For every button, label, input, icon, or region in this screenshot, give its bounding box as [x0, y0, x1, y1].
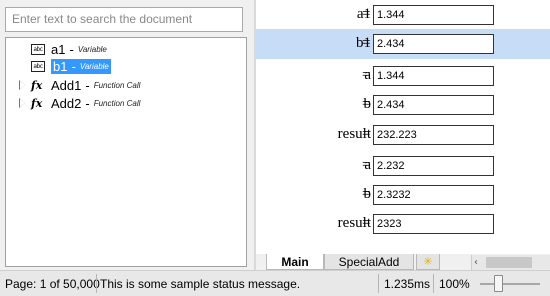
doc-row: result = 232.223 — [256, 120, 550, 150]
doc-row-highlighted: b1 = 2.434 — [256, 29, 550, 59]
function-fx-icon: fx — [31, 78, 43, 92]
tree-item-kind: Function Call — [93, 81, 141, 90]
zoom-slider-thumb[interactable] — [494, 275, 503, 292]
tree-item-name: Add2 — [51, 96, 82, 111]
tree-item-kind: Variable — [79, 62, 109, 71]
value-input[interactable]: 2.3232 — [373, 185, 494, 205]
tree-item-separator: - — [71, 59, 76, 74]
doc-row: b = 2.3232 — [256, 180, 550, 210]
horizontal-scrollbar[interactable]: ‹ — [471, 255, 550, 270]
tree-item-separator: - — [85, 78, 90, 93]
function-fx-icon: fx — [31, 96, 43, 110]
tree-item-kind: Function Call — [93, 99, 141, 108]
equals-sign: = — [362, 215, 371, 231]
equals-sign: = — [362, 126, 371, 142]
tree-item-add2[interactable]: fx Add2 - Function Call — [31, 95, 140, 112]
doc-row: a1 = 1.344 — [256, 0, 550, 30]
tree-item-add1[interactable]: fx Add1 - Function Call — [31, 77, 140, 94]
equals-sign: = — [362, 35, 371, 51]
outline-tree[interactable]: abc a1 - Variable abc b1 - Variable fx A… — [5, 37, 247, 267]
value-input[interactable]: 2.232 — [373, 156, 494, 176]
sheet-tab-strip: Main SpecialAdd ✳ ‹ — [256, 254, 550, 270]
variable-abc-icon: abc — [31, 44, 45, 55]
search-input[interactable]: Enter text to search the document — [5, 7, 243, 32]
tree-item-separator: - — [85, 96, 90, 111]
status-message: This is some sample status message. — [100, 277, 301, 291]
zoom-slider-track[interactable] — [480, 283, 540, 285]
value-input[interactable]: 1.344 — [373, 66, 494, 86]
variable-abc-icon: abc — [31, 61, 45, 72]
equals-sign: = — [362, 67, 371, 83]
new-tab-star-icon[interactable]: ✳ — [416, 254, 440, 270]
equals-sign: = — [362, 186, 371, 202]
doc-row: a = 1.344 — [256, 61, 550, 91]
scroll-left-icon[interactable]: ‹ — [474, 255, 478, 270]
equals-sign: = — [362, 157, 371, 173]
tab-main[interactable]: Main — [266, 254, 324, 270]
zoom-level: 100% — [439, 277, 470, 291]
tree-item-b1[interactable]: abc b1 - Variable — [31, 58, 111, 75]
expand-arrow-icon-fill — [20, 99, 25, 107]
tree-item-separator: - — [69, 42, 74, 57]
value-input[interactable]: 2323 — [373, 214, 494, 234]
equals-sign: = — [362, 96, 371, 112]
document-outline-pane: Enter text to search the document abc a1… — [0, 0, 254, 270]
doc-row: result = 2323 — [256, 209, 550, 239]
value-input[interactable]: 2.434 — [373, 95, 494, 115]
status-divider — [378, 274, 379, 293]
tree-item-selection: b1 - Variable — [51, 59, 111, 74]
scrollbar-thumb[interactable] — [486, 257, 532, 268]
doc-row: a = 2.232 — [256, 151, 550, 181]
document-canvas: a1 = 1.344 b1 = 2.434 a = 1.344 b = 2.43… — [256, 0, 550, 254]
expand-arrow-icon-fill — [20, 81, 25, 89]
status-divider — [96, 274, 97, 293]
doc-row: b = 2.434 — [256, 90, 550, 120]
value-input[interactable]: 1.344 — [373, 5, 494, 25]
value-input[interactable]: 2.434 — [373, 34, 494, 54]
status-divider — [433, 274, 434, 293]
status-bar: Page: 1 of 50,000 This is some sample st… — [0, 270, 550, 296]
equals-sign: = — [362, 6, 371, 22]
value-input[interactable]: 232.223 — [373, 125, 494, 145]
tab-specialadd[interactable]: SpecialAdd — [324, 254, 414, 270]
tree-item-kind: Variable — [77, 45, 107, 54]
tree-item-name: b1 — [53, 59, 68, 74]
page-indicator: Page: 1 of 50,000 — [5, 277, 100, 291]
timing-readout: 1.235ms — [384, 277, 431, 291]
tree-item-a1[interactable]: abc a1 - Variable — [31, 41, 107, 58]
tree-item-name: a1 — [51, 42, 66, 57]
tree-item-name: Add1 — [51, 78, 82, 93]
